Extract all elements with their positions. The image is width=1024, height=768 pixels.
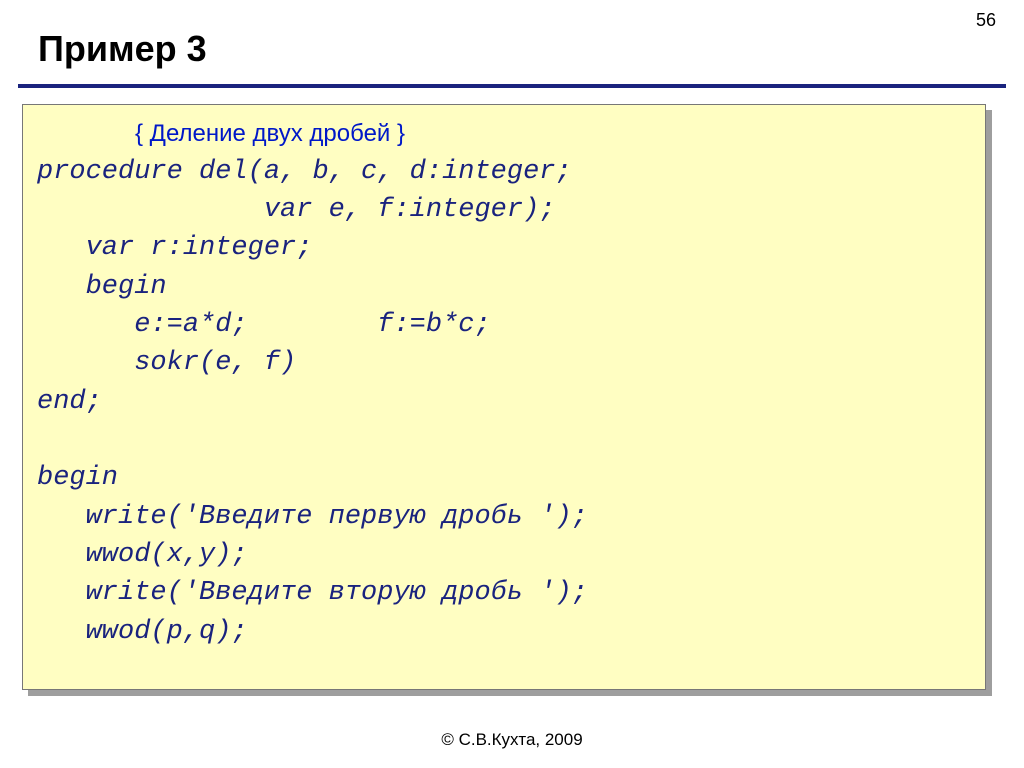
code-content: procedure del(a, b, c, d:integer; var e,… (37, 153, 975, 651)
title-underline (18, 84, 1006, 88)
code-comment: { Деление двух дробей } (135, 115, 975, 151)
footer-copyright: © С.В.Кухта, 2009 (0, 730, 1024, 750)
slide: 56 Пример 3 { Деление двух дробей } proc… (0, 0, 1024, 768)
page-number: 56 (976, 10, 996, 31)
slide-title: Пример 3 (38, 28, 207, 70)
code-box: { Деление двух дробей } procedure del(a,… (22, 104, 986, 690)
